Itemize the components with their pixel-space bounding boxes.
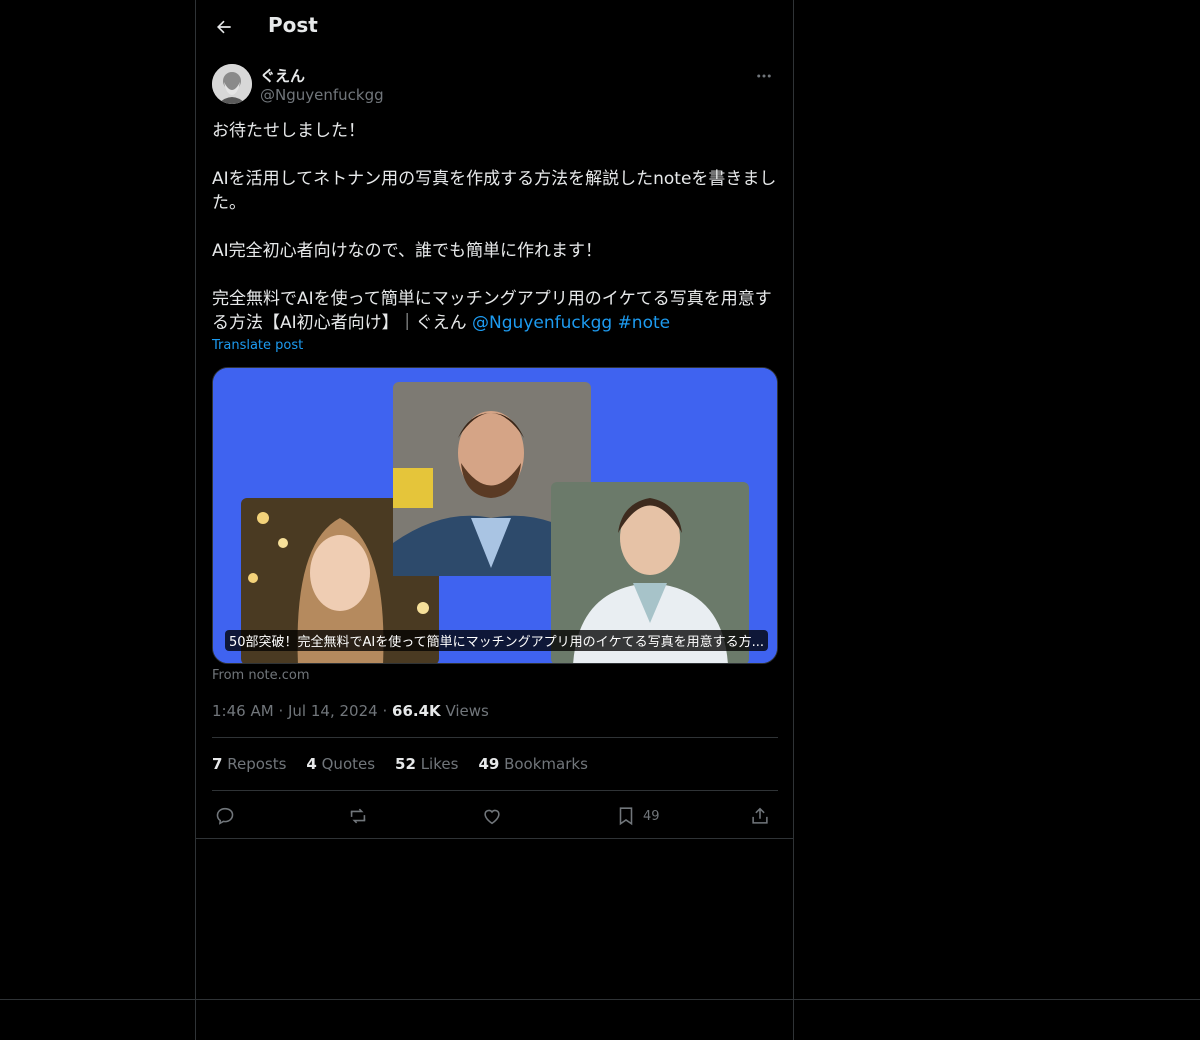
avatar[interactable] — [212, 64, 252, 104]
hashtag-link[interactable]: #note — [618, 313, 671, 333]
likes-label: Likes — [420, 755, 459, 773]
share-icon — [752, 807, 768, 824]
page-title: Post — [268, 13, 318, 37]
bookmarks-stat[interactable]: 49 Bookmarks — [478, 755, 587, 773]
quotes-label: Quotes — [321, 755, 376, 773]
engagement-stats: 7 Reposts 4 Quotes 52 Likes 49 Bookmarks — [212, 755, 588, 773]
post-time[interactable]: 1:46 AM — [212, 702, 274, 720]
translate-post-link[interactable]: Translate post — [212, 338, 303, 353]
repost-icon — [350, 808, 366, 824]
card-image — [213, 368, 777, 663]
card-caption: 50部突破！完全無料でAIを使って簡単にマッチングアプリ用のイケてる写真を用意す… — [225, 630, 769, 651]
share-button[interactable] — [749, 800, 771, 832]
bookmark-button[interactable]: 49 — [615, 800, 660, 832]
meta-separator: · — [382, 702, 388, 720]
quotes-count: 4 — [306, 755, 317, 773]
bookmarks-label: Bookmarks — [504, 755, 588, 773]
quotes-stat[interactable]: 4 Quotes — [306, 755, 375, 773]
repost-button[interactable] — [347, 800, 369, 832]
like-button[interactable] — [481, 800, 503, 832]
ellipsis-icon — [757, 74, 771, 78]
back-button[interactable] — [210, 13, 238, 41]
post-bottom-border — [196, 838, 793, 839]
more-options-button[interactable] — [752, 64, 776, 88]
link-card[interactable]: 50部突破！完全無料でAIを使って簡単にマッチングアプリ用のイケてる写真を用意す… — [212, 367, 778, 664]
reposts-count: 7 — [212, 755, 223, 773]
views-count: 66.4K — [392, 702, 441, 720]
reply-icon — [216, 807, 234, 825]
reposts-stat[interactable]: 7 Reposts — [212, 755, 286, 773]
author-handle[interactable]: @Nguyenfuckgg — [260, 86, 384, 104]
likes-stat[interactable]: 52 Likes — [395, 755, 458, 773]
reply-button[interactable] — [214, 800, 236, 832]
views-label: Views — [445, 702, 489, 720]
arrow-left-icon — [217, 20, 231, 34]
primary-column: Post ぐえん @Nguyenfuckgg お待たせしました！ AIを活用して… — [195, 0, 794, 1040]
post-date[interactable]: Jul 14, 2024 — [288, 702, 378, 720]
author-name[interactable]: ぐえん — [260, 65, 305, 86]
bookmarks-count: 49 — [478, 755, 500, 773]
heart-icon — [484, 809, 500, 825]
post-body: お待たせしました！ AIを活用してネトナン用の写真を作成する方法を解説したnot… — [212, 121, 777, 333]
meta-separator: · — [278, 702, 284, 720]
action-bar: 49 — [212, 800, 778, 832]
post-author: ぐえん @Nguyenfuckgg — [212, 64, 778, 108]
mention-link[interactable]: @Nguyenfuckgg — [472, 313, 612, 333]
card-source[interactable]: From note.com — [212, 668, 310, 683]
likes-count: 52 — [395, 755, 416, 773]
post-text: お待たせしました！ AIを活用してネトナン用の写真を作成する方法を解説したnot… — [212, 119, 778, 335]
post-meta: 1:46 AM · Jul 14, 2024 · 66.4K Views — [212, 702, 489, 720]
reposts-label: Reposts — [227, 755, 287, 773]
divider — [212, 737, 778, 738]
bookmark-icon — [619, 807, 633, 826]
bookmark-count: 49 — [643, 808, 660, 824]
post-header: Post — [196, 0, 793, 54]
divider — [212, 790, 778, 791]
avatar-portrait — [212, 64, 252, 104]
